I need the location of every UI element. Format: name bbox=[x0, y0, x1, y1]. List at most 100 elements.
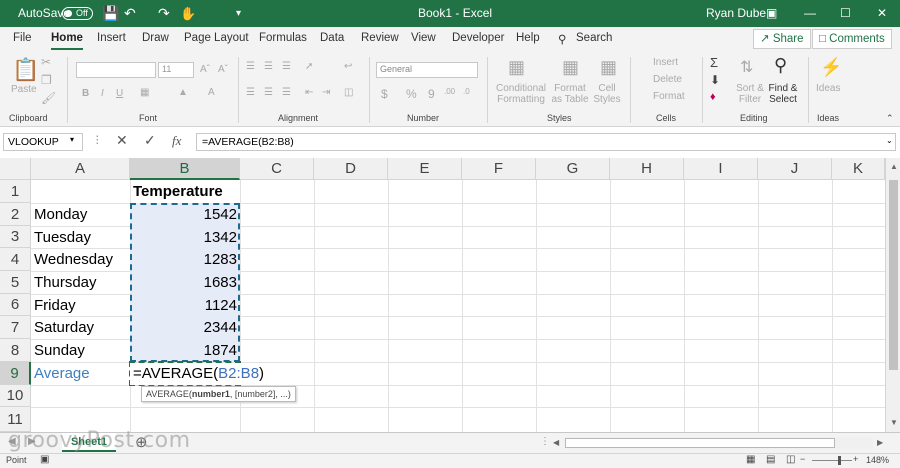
increase-font-icon[interactable]: Aˆ bbox=[200, 64, 210, 75]
increase-indent-icon[interactable]: ⇥ bbox=[322, 87, 330, 98]
format-as-table-label[interactable]: Format as Table bbox=[548, 83, 592, 105]
autosum-icon[interactable]: Σ bbox=[710, 55, 718, 70]
expand-formula-bar-icon[interactable]: ⌄ bbox=[886, 136, 893, 145]
scroll-down-icon[interactable]: ▼ bbox=[890, 418, 898, 427]
quick-access-more-icon[interactable]: ▾ bbox=[236, 0, 241, 27]
tab-data[interactable]: Data bbox=[320, 32, 344, 44]
row-header-5[interactable]: 5 bbox=[0, 271, 31, 294]
search-label[interactable]: Search bbox=[576, 32, 612, 44]
cell-b7[interactable]: 2344 bbox=[130, 317, 240, 339]
horizontal-scroll-track[interactable] bbox=[565, 437, 873, 449]
align-bottom-icon[interactable]: ☰ bbox=[282, 61, 291, 72]
column-header-f[interactable]: F bbox=[462, 158, 536, 180]
scroll-up-icon[interactable]: ▲ bbox=[890, 162, 898, 171]
find-select-icon[interactable]: ⚲ bbox=[774, 55, 787, 76]
column-header-b[interactable]: B bbox=[130, 158, 240, 180]
horizontal-scroll-thumb[interactable] bbox=[565, 438, 835, 448]
paste-icon[interactable]: 📋 bbox=[12, 57, 39, 83]
format-painter-icon[interactable]: 🖌 bbox=[41, 91, 56, 105]
close-icon[interactable]: ✕ bbox=[877, 0, 887, 27]
font-size-input[interactable]: 11 bbox=[158, 62, 194, 78]
cell-b1[interactable]: Temperature bbox=[130, 181, 240, 203]
save-icon[interactable]: 💾 bbox=[102, 0, 119, 27]
tab-developer[interactable]: Developer bbox=[452, 32, 504, 44]
tab-file[interactable]: File bbox=[13, 32, 32, 44]
merge-center-icon[interactable]: ◫ bbox=[344, 87, 353, 98]
cell-a7[interactable]: Saturday bbox=[31, 317, 130, 339]
cell-a5[interactable]: Thursday bbox=[31, 272, 130, 294]
cell-a3[interactable]: Tuesday bbox=[31, 227, 130, 249]
ribbon-display-icon[interactable]: ▣ bbox=[766, 0, 777, 27]
cell-b8[interactable]: 1874 bbox=[130, 340, 240, 362]
clear-icon[interactable]: ♦ bbox=[710, 91, 716, 103]
cut-icon[interactable]: ✂ bbox=[41, 55, 51, 69]
tab-page-layout[interactable]: Page Layout bbox=[184, 32, 249, 44]
zoom-slider[interactable] bbox=[812, 460, 852, 461]
row-header-7[interactable]: 7 bbox=[0, 316, 31, 339]
conditional-formatting-icon[interactable]: ▦ bbox=[508, 57, 525, 78]
orientation-icon[interactable]: ➚ bbox=[305, 61, 313, 72]
bold-icon[interactable]: B bbox=[82, 88, 89, 99]
tab-help[interactable]: Help bbox=[516, 32, 540, 44]
undo-icon[interactable]: ↶ bbox=[124, 0, 136, 27]
borders-icon[interactable]: ▦ bbox=[140, 87, 149, 98]
scroll-right-icon[interactable]: ▶ bbox=[877, 438, 883, 447]
cancel-icon[interactable]: ✕ bbox=[116, 132, 128, 149]
cell-b3[interactable]: 1342 bbox=[130, 227, 240, 249]
underline-icon[interactable]: U bbox=[116, 88, 123, 99]
column-header-g[interactable]: G bbox=[536, 158, 610, 180]
conditional-formatting-label[interactable]: Conditional Formatting bbox=[493, 83, 549, 105]
column-header-i[interactable]: I bbox=[684, 158, 758, 180]
name-box-dropdown-icon[interactable]: ▾ bbox=[70, 135, 74, 144]
zoom-level[interactable]: 148% bbox=[866, 455, 889, 465]
row-header-3[interactable]: 3 bbox=[0, 226, 31, 248]
decrease-decimal-icon[interactable]: .0 bbox=[463, 87, 470, 96]
column-header-h[interactable]: H bbox=[610, 158, 684, 180]
tab-split-icon[interactable]: ⋮ bbox=[540, 436, 550, 447]
autosave-toggle[interactable]: Off bbox=[62, 7, 93, 20]
row-header-2[interactable]: 2 bbox=[0, 203, 31, 226]
cell-a6[interactable]: Friday bbox=[31, 295, 130, 317]
column-header-c[interactable]: C bbox=[240, 158, 314, 180]
comma-icon[interactable]: 9 bbox=[428, 87, 435, 101]
ideas-icon[interactable]: ⚡ bbox=[820, 57, 842, 78]
decrease-font-icon[interactable]: Aˇ bbox=[218, 64, 228, 75]
zoom-slider-thumb[interactable] bbox=[838, 456, 841, 465]
macro-record-icon[interactable]: ▣ bbox=[40, 454, 49, 465]
font-color-icon[interactable]: A bbox=[208, 87, 215, 98]
font-name-input[interactable] bbox=[76, 62, 156, 78]
maximize-icon[interactable]: ☐ bbox=[840, 0, 851, 27]
decrease-indent-icon[interactable]: ⇤ bbox=[305, 87, 313, 98]
column-header-j[interactable]: J bbox=[758, 158, 832, 180]
tab-view[interactable]: View bbox=[411, 32, 436, 44]
insert-cells-button[interactable]: Insert bbox=[653, 57, 678, 68]
cell-styles-icon[interactable]: ▦ bbox=[600, 57, 617, 78]
copy-icon[interactable]: ❐ bbox=[41, 73, 52, 87]
enter-icon[interactable]: ✓ bbox=[144, 132, 156, 149]
row-header-4[interactable]: 4 bbox=[0, 248, 31, 271]
tab-draw[interactable]: Draw bbox=[142, 32, 169, 44]
page-layout-view-icon[interactable]: ▤ bbox=[766, 454, 775, 465]
paste-label[interactable]: Paste bbox=[11, 84, 37, 95]
tab-insert[interactable]: Insert bbox=[97, 32, 126, 44]
row-header-1[interactable]: 1 bbox=[0, 180, 31, 203]
row-header-10[interactable]: 10 bbox=[0, 385, 31, 407]
format-as-table-icon[interactable]: ▦ bbox=[562, 57, 579, 78]
vertical-scrollbar[interactable]: ▲ ▼ bbox=[885, 158, 900, 432]
column-header-k[interactable]: K bbox=[832, 158, 885, 180]
row-header-8[interactable]: 8 bbox=[0, 339, 31, 362]
align-right-icon[interactable]: ☰ bbox=[282, 87, 291, 98]
align-middle-icon[interactable]: ☰ bbox=[264, 61, 273, 72]
touch-mode-icon[interactable]: ✋ bbox=[180, 0, 196, 27]
format-cells-button[interactable]: Format bbox=[653, 91, 685, 102]
column-header-d[interactable]: D bbox=[314, 158, 388, 180]
currency-icon[interactable]: $ bbox=[381, 87, 388, 101]
cell-a4[interactable]: Wednesday bbox=[31, 249, 130, 271]
increase-decimal-icon[interactable]: .00 bbox=[444, 87, 455, 96]
delete-cells-button[interactable]: Delete bbox=[653, 74, 682, 85]
row-header-9[interactable]: 9 bbox=[0, 362, 31, 385]
cell-styles-label[interactable]: Cell Styles bbox=[592, 83, 622, 105]
align-left-icon[interactable]: ☰ bbox=[246, 87, 255, 98]
fill-icon[interactable]: ⬇ bbox=[710, 73, 720, 87]
collapse-ribbon-icon[interactable]: ⌃ bbox=[886, 113, 894, 124]
